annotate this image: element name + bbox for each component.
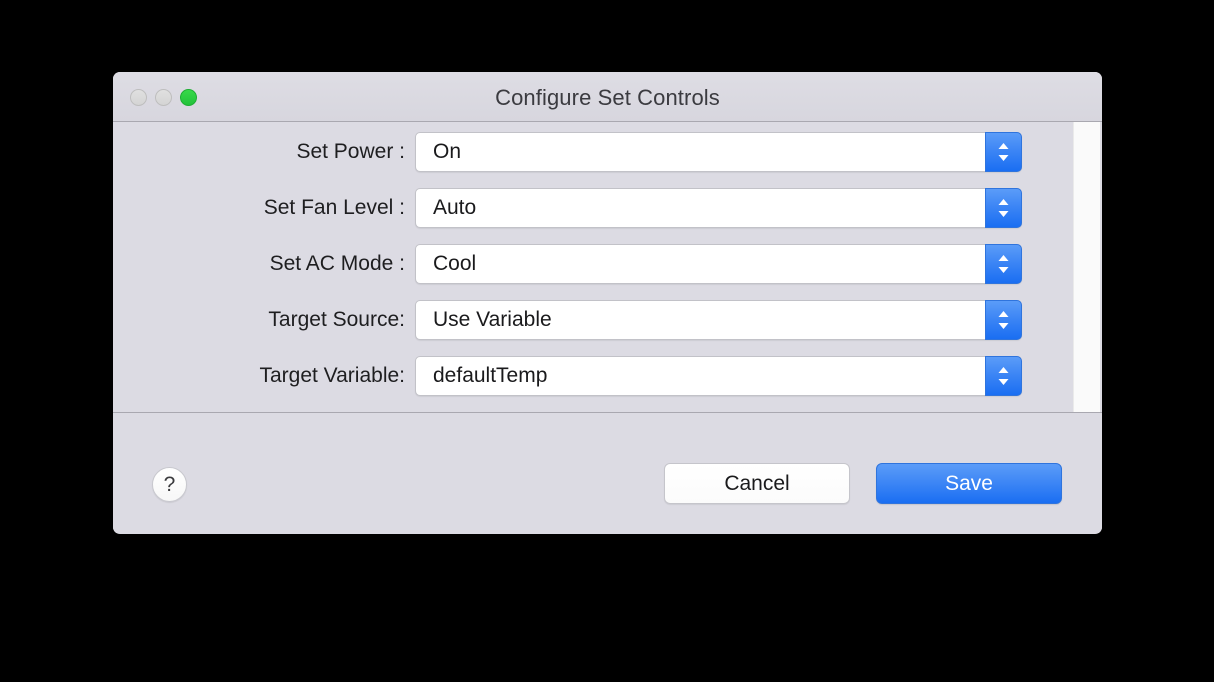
popup-target-source[interactable]: Use Variable [415,300,1022,340]
configure-set-controls-window: Configure Set Controls Set Power : On Se [113,72,1102,534]
label-target-variable: Target Variable: [259,364,405,387]
popup-set-power[interactable]: On [415,132,1022,172]
label-set-ac-mode: Set AC Mode : [269,252,405,275]
help-button[interactable]: ? [152,467,187,502]
form-rows: Set Power : On Set Fan Level : Auto Set … [113,132,1072,412]
form-row-set-power: Set Power : On [113,132,1072,172]
popup-set-fan-level[interactable]: Auto [415,188,1022,228]
label-target-source: Target Source: [268,308,405,331]
form-row-target-variable: Target Variable: defaultTemp [113,356,1072,396]
popup-value-target-source: Use Variable [433,308,552,331]
chevron-up-down-icon[interactable] [985,244,1022,284]
label-set-power: Set Power : [296,140,405,163]
popup-value-target-variable: defaultTemp [433,364,548,387]
popup-value-set-ac-mode: Cool [433,252,477,275]
popup-target-variable[interactable]: defaultTemp [415,356,1022,396]
form-row-target-source: Target Source: Use Variable [113,300,1072,340]
chevron-up-down-icon[interactable] [985,300,1022,340]
cancel-button[interactable]: Cancel [664,463,850,504]
popup-value-set-power: On [433,140,462,163]
popup-set-ac-mode[interactable]: Cool [415,244,1022,284]
footer-actions: Cancel Save [664,463,1062,504]
window-titlebar: Configure Set Controls [113,72,1102,122]
vertical-scrollbar[interactable] [1073,122,1100,412]
chevron-up-down-icon[interactable] [985,132,1022,172]
dialog-footer: ? Cancel Save [113,413,1102,533]
label-set-fan-level: Set Fan Level : [263,196,405,219]
form-row-set-ac-mode: Set AC Mode : Cool [113,244,1072,284]
form-scroll-area: Set Power : On Set Fan Level : Auto Set … [113,122,1102,413]
window-title: Configure Set Controls [495,85,720,110]
form-row-set-fan-level: Set Fan Level : Auto [113,188,1072,228]
popup-value-set-fan-level: Auto [433,196,477,219]
chevron-up-down-icon[interactable] [985,356,1022,396]
save-button[interactable]: Save [876,463,1062,504]
chevron-up-down-icon[interactable] [985,188,1022,228]
